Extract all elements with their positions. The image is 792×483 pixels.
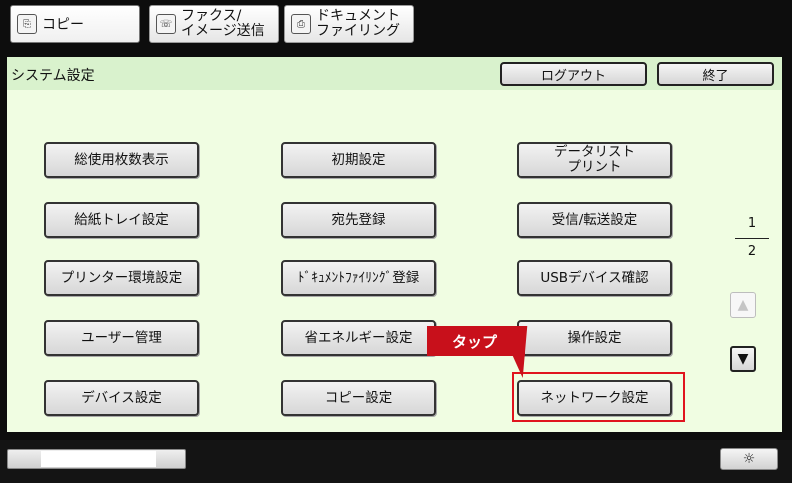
tab-docfiling-label-line2: ファイリング xyxy=(316,23,400,39)
tab-docfiling-label-line1: ドキュメント xyxy=(316,8,400,24)
settings-menu: 総使用枚数表示 給紙トレイ設定 プリンター環境設定 ユーザー管理 デバイス設定 … xyxy=(7,90,782,432)
tab-fax-label-line2: イメージ送信 xyxy=(181,23,265,39)
total-count-button[interactable]: 総使用枚数表示 xyxy=(44,142,199,178)
page-title: システム設定 xyxy=(11,68,95,84)
usb-device-check-button[interactable]: USBデバイス確認 xyxy=(517,260,672,296)
tap-callout: タップ xyxy=(427,326,525,356)
document-filing-registration-button[interactable]: ﾄﾞｷｭﾒﾝﾄﾌｧｲﾘﾝｸﾞ登録 xyxy=(281,260,436,296)
job-status-fill xyxy=(41,451,156,467)
copy-settings-button[interactable]: コピー設定 xyxy=(281,380,436,416)
logout-button[interactable]: ログアウト xyxy=(500,62,647,86)
tab-fax-image-send[interactable]: ☏ ファクス/ イメージ送信 xyxy=(149,5,279,43)
title-bar: システム設定 ログアウト 終了 xyxy=(7,57,782,90)
exit-button[interactable]: 終了 xyxy=(657,62,774,86)
data-list-print-button[interactable]: データリスト プリント xyxy=(517,142,672,178)
tab-docfiling-label: ドキュメント ファイリング xyxy=(316,9,400,39)
tab-copy-label: コピー xyxy=(42,17,84,33)
copy-icon: ⎘ xyxy=(17,14,37,34)
tab-copy[interactable]: ⎘ コピー xyxy=(10,5,140,43)
fax-icon: ☏ xyxy=(156,14,176,34)
address-book-button[interactable]: 宛先登録 xyxy=(281,202,436,238)
default-settings-button[interactable]: 初期設定 xyxy=(281,142,436,178)
document-filing-icon: ⎙ xyxy=(291,14,311,34)
network-settings-highlight xyxy=(512,372,685,422)
printer-settings-button[interactable]: プリンター環境設定 xyxy=(44,260,199,296)
page-divider xyxy=(735,238,769,239)
arrow-down-icon: ▼ xyxy=(737,351,749,367)
page-up-button[interactable]: ▲ xyxy=(730,292,756,318)
page-total: 2 xyxy=(747,244,757,259)
page-down-button[interactable]: ▼ xyxy=(730,346,756,372)
brightness-button[interactable]: ☼ xyxy=(720,448,778,470)
tab-fax-label: ファクス/ イメージ送信 xyxy=(181,9,265,39)
operation-settings-button[interactable]: 操作設定 xyxy=(517,320,672,356)
arrow-up-icon: ▲ xyxy=(737,297,749,313)
paper-tray-settings-button[interactable]: 給紙トレイ設定 xyxy=(44,202,199,238)
receive-forward-settings-button[interactable]: 受信/転送設定 xyxy=(517,202,672,238)
tab-document-filing[interactable]: ⎙ ドキュメント ファイリング xyxy=(284,5,414,43)
energy-save-button[interactable]: 省エネルギー設定 xyxy=(281,320,436,356)
tab-fax-label-line1: ファクス/ xyxy=(181,8,242,24)
user-control-button[interactable]: ユーザー管理 xyxy=(44,320,199,356)
page-current: 1 xyxy=(747,216,757,231)
job-status-bar[interactable] xyxy=(7,449,186,469)
sun-icon: ☼ xyxy=(742,451,756,467)
device-settings-button[interactable]: デバイス設定 xyxy=(44,380,199,416)
device-panel: ⎘ コピー ☏ ファクス/ イメージ送信 ⎙ ドキュメント ファイリング システ… xyxy=(0,0,792,483)
